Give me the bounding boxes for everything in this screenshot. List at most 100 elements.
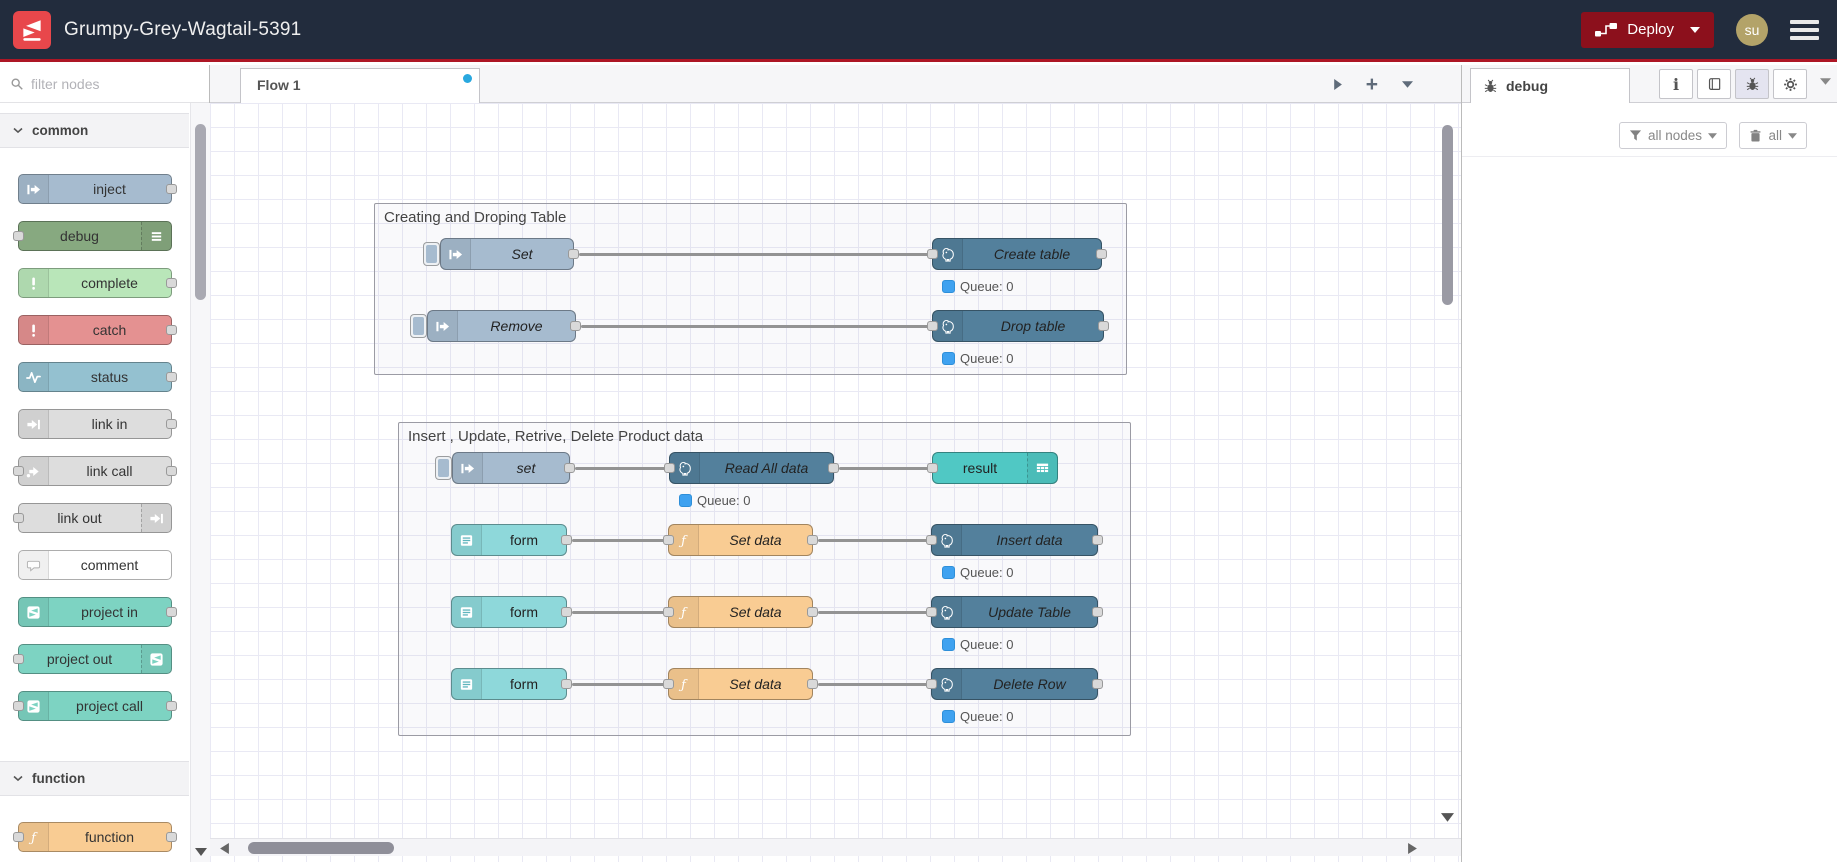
output-port[interactable] [564,463,575,473]
flow-node-Create-table[interactable]: Create table [927,238,1107,270]
tab-flow-1[interactable]: Flow 1 [240,68,480,103]
input-port[interactable] [663,535,674,545]
output-port[interactable] [1092,679,1103,689]
palette-node-link-in[interactable]: link in [17,409,177,439]
flow-canvas[interactable]: Creating and Droping Table Insert , Updat… [210,103,1461,862]
settings-tab-button[interactable] [1773,69,1807,99]
input-port[interactable] [663,607,674,617]
tab-debug[interactable]: debug [1470,68,1630,103]
input-port[interactable] [926,607,937,617]
deploy-button[interactable]: Deploy [1581,11,1714,48]
wire[interactable] [818,539,933,542]
inject-button[interactable] [435,456,452,480]
input-port[interactable] [12,832,24,842]
palette-node-project-out[interactable]: project out [12,644,172,674]
output-port[interactable] [165,701,177,711]
input-port[interactable] [12,466,24,476]
palette-node-debug[interactable]: debug [12,221,172,251]
flow-node-Update-Table[interactable]: Update Table [926,596,1103,628]
output-port[interactable] [561,607,572,617]
flow-group[interactable]: Creating and Droping Table [374,203,1127,375]
palette-node-link-out[interactable]: link out [12,503,172,533]
wire[interactable] [575,467,671,470]
debug-tab-button[interactable] [1735,69,1769,99]
output-port[interactable] [165,832,177,842]
wire[interactable] [572,683,670,686]
output-port[interactable] [1096,249,1107,259]
wire[interactable] [579,253,932,256]
flow-node-Delete-Row[interactable]: Delete Row [926,668,1103,700]
flow-node-Set[interactable]: Set [423,238,579,270]
debug-clear-button[interactable]: all [1739,122,1807,149]
flow-list-caret-icon[interactable] [1402,80,1413,88]
input-port[interactable] [927,463,938,473]
output-port[interactable] [828,463,839,473]
add-flow-icon[interactable]: + [1366,74,1378,95]
flow-node-Insert-data[interactable]: Insert data [926,524,1103,556]
flow-node-Drop-table[interactable]: Drop table [927,310,1109,342]
wire[interactable] [572,611,670,614]
output-port[interactable] [165,184,177,194]
output-port[interactable] [165,419,177,429]
flow-node-form[interactable]: form [451,596,572,628]
input-port[interactable] [12,701,24,711]
wire[interactable] [839,467,934,470]
palette-node-catch[interactable]: catch [17,315,177,345]
output-port[interactable] [165,607,177,617]
deploy-caret-icon[interactable] [1690,26,1700,33]
wire[interactable] [572,539,670,542]
output-port[interactable] [807,679,818,689]
output-port[interactable] [165,372,177,382]
palette-category-function[interactable]: function [0,761,189,796]
wire[interactable] [581,325,932,328]
input-port[interactable] [663,679,674,689]
input-port[interactable] [12,513,24,523]
canvas-hscroll-thumb[interactable] [248,842,394,854]
palette-node-project-in[interactable]: project in [17,597,177,627]
user-avatar[interactable]: su [1736,13,1768,46]
output-port[interactable] [568,249,579,259]
output-port[interactable] [561,679,572,689]
help-tab-button[interactable] [1697,69,1731,99]
flow-node-Set-data[interactable]: ƒ Set data [663,596,818,628]
input-port[interactable] [927,249,938,259]
palette-category-common[interactable]: common [0,113,189,148]
output-port[interactable] [165,325,177,335]
sidebar-caret-icon[interactable] [1820,78,1831,85]
palette-node-complete[interactable]: complete [17,268,177,298]
flow-node-Set-data[interactable]: ƒ Set data [663,524,818,556]
flow-node-form[interactable]: form [451,668,572,700]
info-tab-button[interactable]: i [1659,69,1693,99]
output-port[interactable] [561,535,572,545]
input-port[interactable] [927,321,938,331]
input-port[interactable] [664,463,675,473]
flow-node-Remove[interactable]: Remove [410,310,581,342]
scroll-left-icon[interactable] [220,843,229,854]
output-port[interactable] [165,278,177,288]
input-port[interactable] [12,654,24,664]
palette-filter-input[interactable] [31,75,161,92]
output-port[interactable] [570,321,581,331]
flow-node-set[interactable]: set [435,452,575,484]
palette-node-inject[interactable]: inject [17,174,177,204]
inject-button[interactable] [423,242,440,266]
palette-scroll-down-icon[interactable] [195,848,207,857]
output-port[interactable] [1098,321,1109,331]
palette-scrollbar-thumb[interactable] [195,124,206,300]
inject-button[interactable] [410,314,427,338]
wire[interactable] [818,683,933,686]
flow-node-Read-All-data[interactable]: Read All data [664,452,839,484]
palette-node-comment[interactable]: comment [17,550,172,580]
wire[interactable] [818,611,933,614]
flow-node-Set-data[interactable]: ƒ Set data [663,668,818,700]
scroll-right-icon[interactable] [1408,843,1417,854]
output-port[interactable] [165,466,177,476]
palette-node-link-call[interactable]: link call [12,456,177,486]
debug-filter-button[interactable]: all nodes [1618,122,1727,149]
input-port[interactable] [926,535,937,545]
canvas-scroll-down-icon[interactable] [1441,813,1454,823]
palette-node-status[interactable]: status [17,362,177,392]
output-port[interactable] [807,607,818,617]
output-port[interactable] [1092,535,1103,545]
input-port[interactable] [926,679,937,689]
